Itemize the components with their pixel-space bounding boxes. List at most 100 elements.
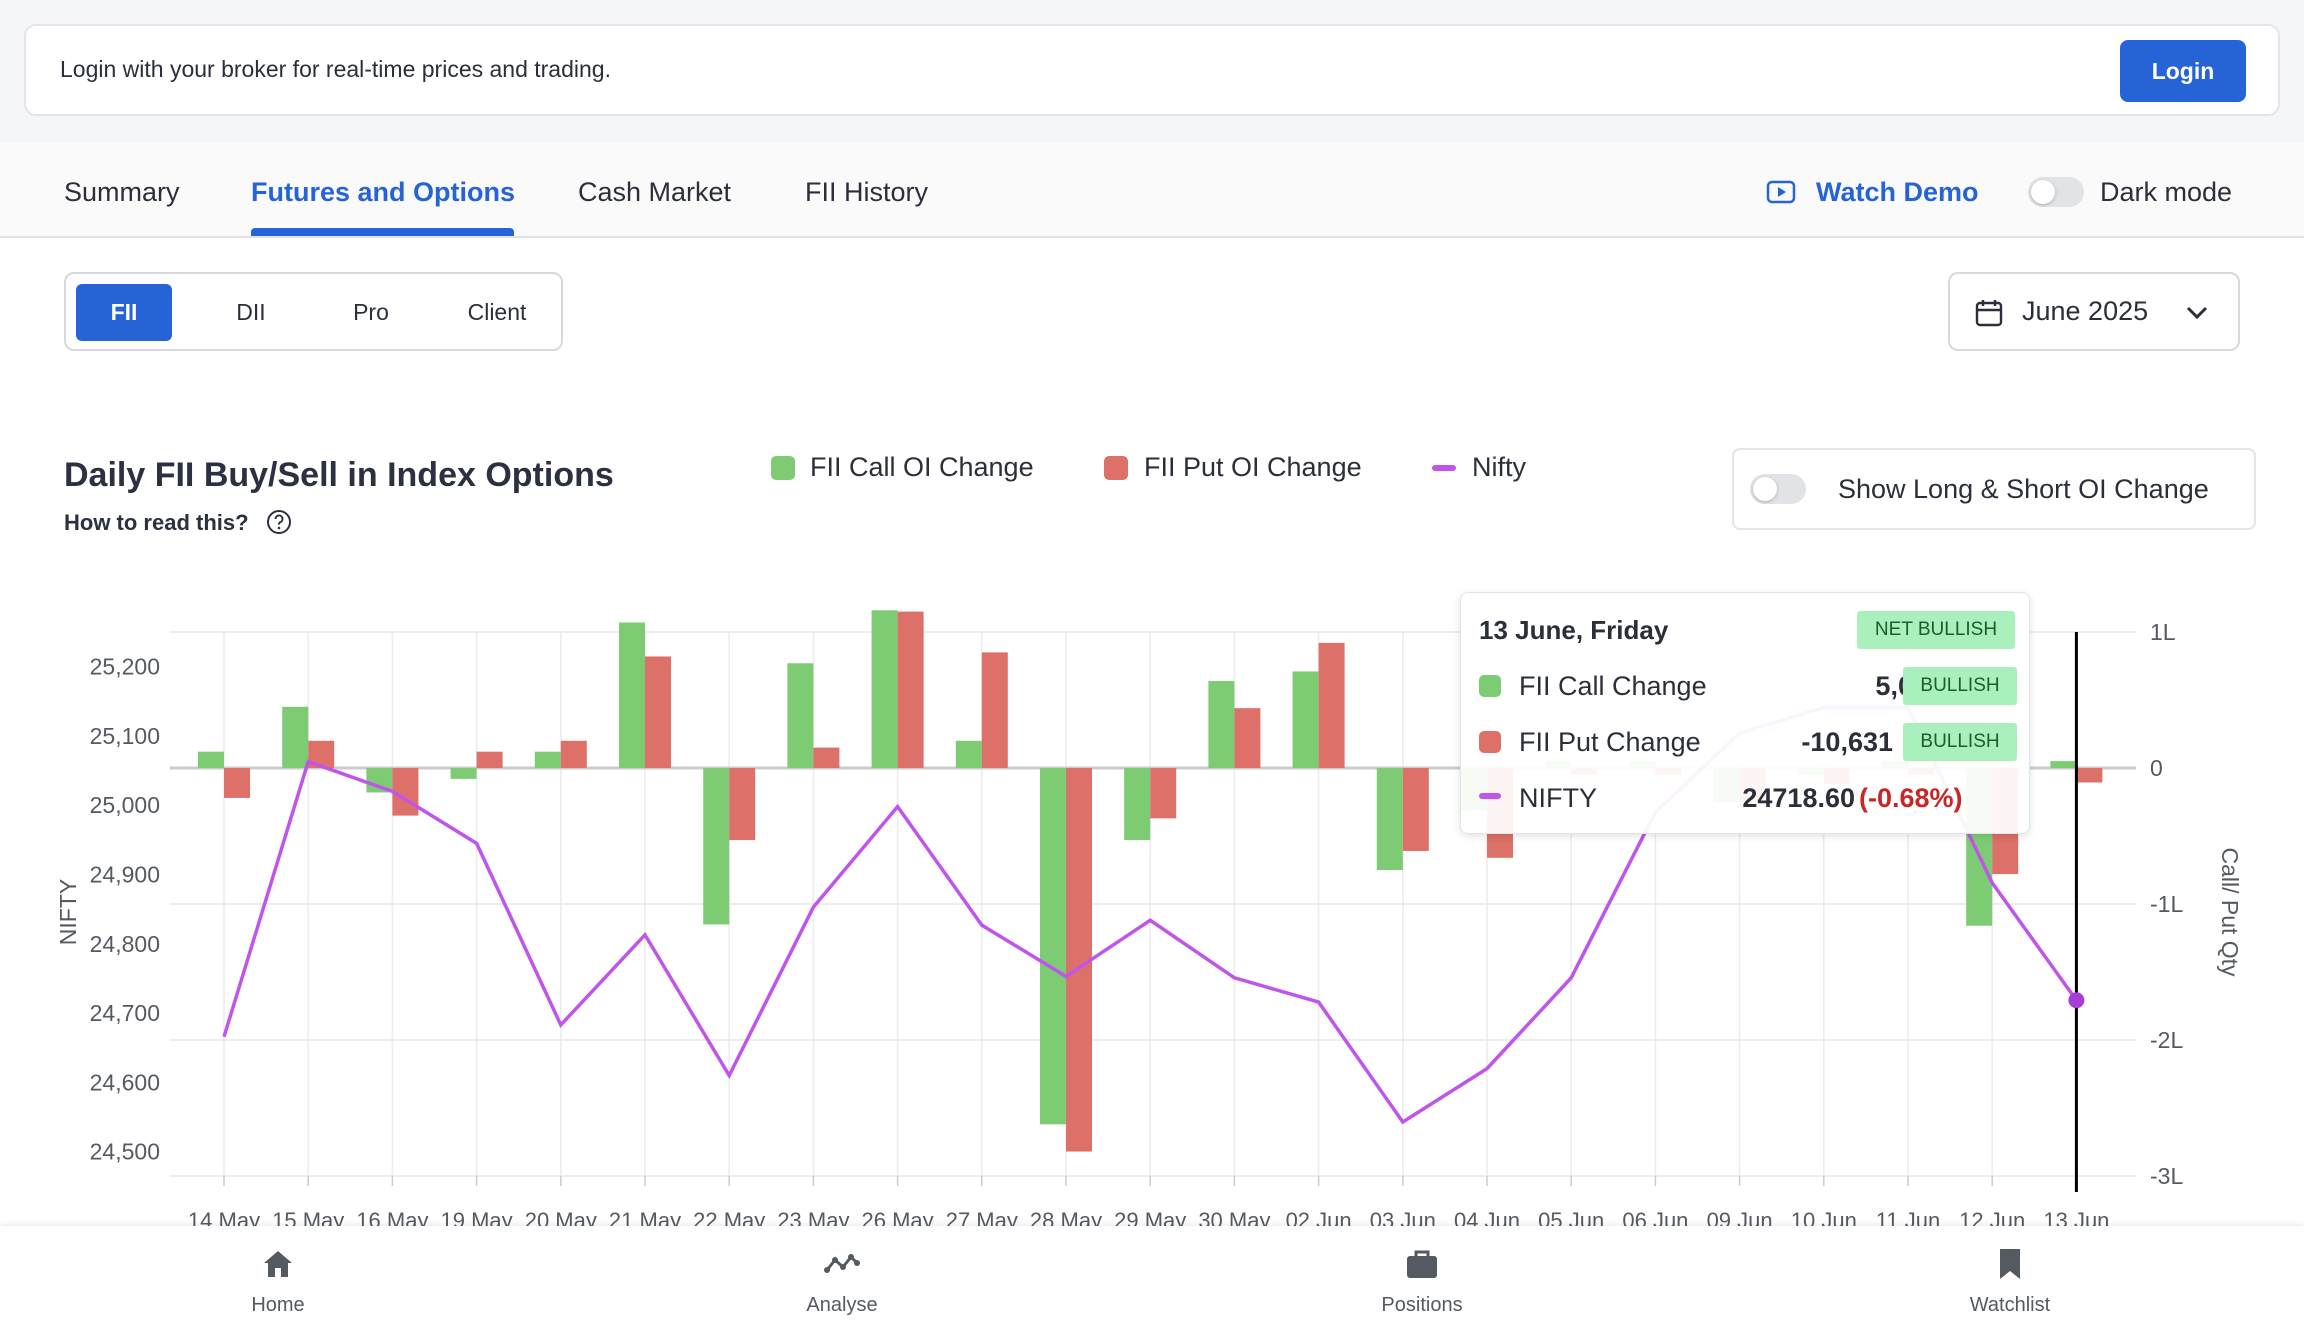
x-tick-label: 19 May [441, 1208, 513, 1226]
y-tick-label: 25,000 [90, 792, 160, 818]
legend-call-label[interactable]: FII Call OI Change [810, 452, 1034, 483]
toggle-knob [2031, 180, 2055, 204]
help-icon[interactable] [266, 509, 292, 535]
chart-tooltip: 13 June, Friday NET BULLISH FII Call Cha… [1460, 592, 2030, 834]
month-value: June 2025 [2022, 296, 2149, 326]
put-oi-bar [560, 740, 587, 768]
net-bullish-badge: NET BULLISH [1857, 611, 2015, 649]
x-tick-label: 14 May [188, 1208, 260, 1226]
x-tick-label: 26 May [862, 1208, 934, 1226]
nav-analyse-label: Analyse [806, 1294, 878, 1316]
x-tick-label: 05 Jun [1538, 1208, 1604, 1226]
x-tick-label: 28 May [1030, 1208, 1102, 1226]
nav-analyse[interactable]: Analyse [742, 1226, 942, 1340]
tooltip-nifty-label: NIFTY [1519, 783, 1597, 813]
x-tick-label: 22 May [693, 1208, 765, 1226]
calendar-icon [1975, 300, 2003, 327]
call-oi-bar [1292, 671, 1319, 768]
put-oi-bar [1234, 708, 1261, 768]
nav-positions[interactable]: Positions [1322, 1226, 1522, 1340]
y-tick-label: 24,700 [90, 1000, 160, 1026]
put-oi-bar [813, 747, 840, 768]
legend-put-label[interactable]: FII Put OI Change [1144, 452, 1362, 483]
how-to-read-link[interactable]: How to read this? [64, 510, 249, 536]
legend-nifty-swatch [1432, 465, 1456, 471]
legend-call-swatch [771, 456, 795, 480]
put-oi-bar [2076, 768, 2103, 783]
x-tick-label: 11 Jun [1876, 1208, 1940, 1226]
y2-tick-label: -2L [2150, 1027, 2183, 1053]
x-tick-label: 02 Jun [1286, 1208, 1352, 1226]
bottom-nav: Home Analyse Positions Watchlist [0, 1226, 2304, 1340]
tab-fii-history[interactable]: FII History [805, 177, 928, 208]
tooltip-date: 13 June, Friday [1479, 615, 1669, 645]
active-tab-indicator [251, 228, 514, 236]
month-selector[interactable]: June 2025 [1948, 272, 2240, 351]
nav-positions-label: Positions [1381, 1294, 1463, 1316]
participant-dii[interactable]: DII [206, 284, 296, 341]
call-oi-bar [198, 751, 224, 768]
nav-watchlist[interactable]: Watchlist [1910, 1226, 2110, 1340]
participant-client[interactable]: Client [442, 284, 552, 341]
legend-nifty-label[interactable]: Nifty [1472, 452, 1526, 483]
put-oi-bar [1318, 642, 1345, 768]
toggle-knob [1753, 477, 1777, 501]
tooltip-put-label: FII Put Change [1519, 727, 1701, 757]
y2-tick-label: -3L [2150, 1163, 2183, 1189]
call-oi-bar [871, 610, 898, 768]
long-short-label: Show Long & Short OI Change [1838, 474, 2209, 504]
x-tick-label: 04 Jun [1454, 1208, 1520, 1226]
put-oi-bar [729, 768, 756, 841]
banner-text: Login with your broker for real-time pri… [60, 56, 611, 82]
nav-home-label: Home [251, 1294, 305, 1316]
login-button[interactable]: Login [2120, 40, 2246, 102]
tab-summary[interactable]: Summary [64, 177, 180, 208]
x-tick-label: 03 Jun [1370, 1208, 1436, 1226]
play-icon [1766, 180, 1796, 204]
y-tick-label: 24,600 [90, 1069, 160, 1095]
chevron-down-icon [2186, 306, 2208, 320]
put-oi-bar [476, 751, 503, 768]
put-oi-bar [1150, 768, 1177, 819]
tooltip-nifty-value: 24718.60 [1742, 783, 1855, 813]
x-tick-label: 10 Jun [1791, 1208, 1857, 1226]
participant-fii[interactable]: FII [76, 284, 172, 341]
nifty-hover-point [2068, 992, 2085, 1009]
chart-title: Daily FII Buy/Sell in Index Options [64, 456, 614, 494]
call-oi-bar [2050, 761, 2077, 768]
bookmark-icon [2000, 1249, 2020, 1279]
x-tick-label: 21 May [609, 1208, 681, 1226]
tab-bar: Summary Futures and Options Cash Market … [0, 143, 2304, 238]
nifty-dot [1479, 793, 1501, 799]
long-short-toggle[interactable] [1750, 474, 1806, 504]
put-bullish-badge: BULLISH [1903, 723, 2017, 761]
tab-cash-market[interactable]: Cash Market [578, 177, 731, 208]
x-tick-label: 16 May [356, 1208, 428, 1226]
nav-watchlist-label: Watchlist [1969, 1294, 2051, 1316]
participant-selector: FII DII Pro Client [64, 272, 563, 351]
top-bar: Login with your broker for real-time pri… [0, 0, 2304, 143]
call-oi-bar [1376, 768, 1403, 870]
call-bullish-badge: BULLISH [1903, 667, 2017, 705]
x-tick-label: 23 May [777, 1208, 849, 1226]
dark-mode-toggle[interactable] [2028, 177, 2084, 207]
login-banner: Login with your broker for real-time pri… [24, 24, 2280, 116]
x-tick-label: 20 May [525, 1208, 597, 1226]
participant-pro[interactable]: Pro [326, 284, 416, 341]
tab-futures-and-options[interactable]: Futures and Options [251, 177, 515, 208]
call-oi-bar [1040, 768, 1066, 1125]
call-oi-bar [703, 768, 730, 925]
put-oi-bar [1402, 768, 1429, 851]
x-tick-label: 27 May [946, 1208, 1018, 1226]
y-tick-label: 25,100 [90, 723, 160, 749]
watch-demo-link[interactable]: Watch Demo [1816, 177, 1979, 208]
nav-home[interactable]: Home [178, 1226, 378, 1340]
call-oi-bar [1208, 680, 1235, 768]
long-short-panel: Show Long & Short OI Change [1732, 448, 2256, 530]
put-oi-bar [645, 656, 671, 768]
call-oi-bar [619, 622, 645, 768]
analyse-icon [824, 1254, 860, 1273]
tooltip-call-label: FII Call Change [1519, 671, 1707, 701]
call-oi-bar [1124, 768, 1151, 841]
y2-tick-label: 0 [2150, 755, 2163, 781]
